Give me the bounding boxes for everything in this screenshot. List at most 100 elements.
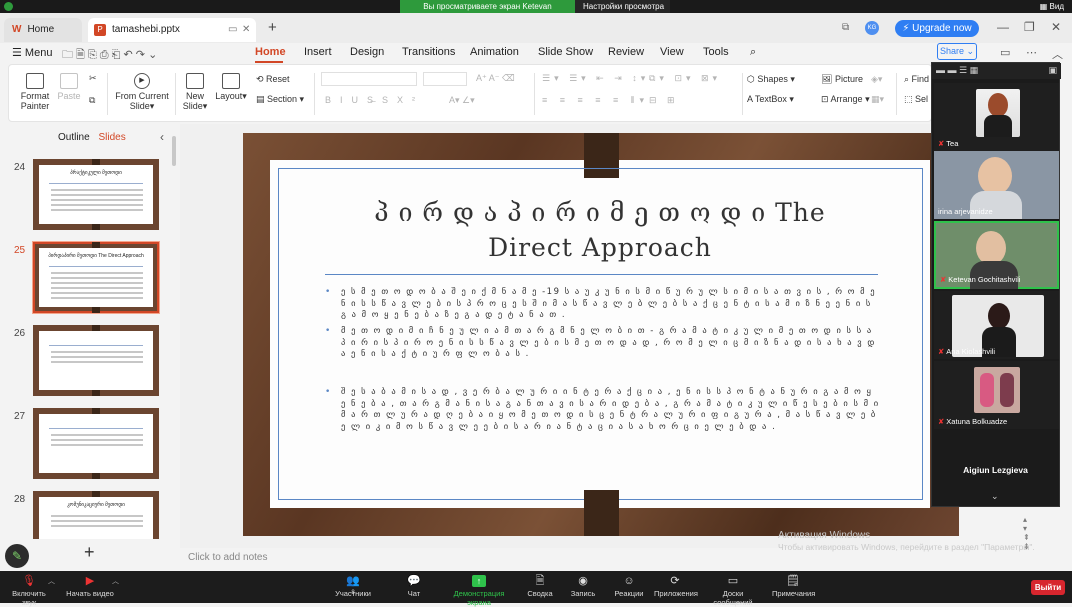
tab-design[interactable]: Design — [350, 46, 384, 58]
whiteboards-button[interactable]: ▭ Доски сообщений — [704, 575, 762, 607]
search-icon[interactable]: ⌕ — [750, 46, 756, 59]
from-current-slide-button[interactable]: ▶ From Current Slide▾ — [113, 73, 171, 112]
slide-number: 28 — [14, 494, 26, 505]
paste-button[interactable]: Paste — [55, 73, 83, 101]
view-options-button[interactable]: Настройки просмотра ⌄ — [575, 0, 670, 24]
notes-field[interactable]: Click to add notes — [188, 552, 268, 563]
participants-button[interactable]: 👥8 Участники — [334, 575, 372, 598]
summary-button[interactable]: 🗎 Сводка — [526, 575, 554, 598]
leave-button[interactable]: Выйти — [1031, 580, 1065, 595]
start-video-button[interactable]: ▶ Начать видео — [66, 575, 114, 598]
tab-tools[interactable]: Tools — [703, 46, 729, 58]
text-box-options[interactable]: ⊟ ⊞ — [649, 95, 679, 106]
upgrade-button[interactable]: ⚡ Upgrade now — [895, 20, 979, 37]
view-button[interactable]: ▦ Вид — [1040, 0, 1064, 13]
muted-mic-icon: ✘ — [940, 275, 947, 284]
tab-home[interactable]: W Home — [4, 18, 82, 42]
tab-slide-show[interactable]: Slide Show — [538, 46, 593, 58]
tab-home-ribbon[interactable]: Home — [255, 46, 286, 58]
textbox-button[interactable]: A TextBox ▾ — [747, 94, 794, 105]
minimize-icon[interactable]: — — [997, 20, 1009, 34]
video-options-chevron-icon[interactable]: ︿ — [112, 576, 119, 586]
participant-tile-active-speaker[interactable]: ✘ Ketevan Gochitashvili — [934, 221, 1059, 289]
slide-bullet[interactable]: ე ს მ ე თ ო დ ო ბ ა შ ე ი ქ მ ნ ა მ ე -1… — [325, 287, 880, 322]
panel-scrollbar[interactable] — [172, 136, 176, 166]
participant-tile[interactable]: ✘ Tea — [934, 83, 1059, 151]
participant-tile[interactable]: irina arjevanidze — [934, 151, 1059, 219]
new-tab-icon[interactable]: + — [268, 19, 277, 36]
quick-access-toolbar[interactable]: 🗀 🗎 ⎘ ⎙ ⎗ ↶ ↷ ⌄ — [62, 46, 157, 65]
reset-button[interactable]: ⟲ Reset — [256, 74, 290, 85]
font-family-select[interactable] — [321, 72, 417, 86]
window-icon[interactable]: ▭ — [228, 18, 237, 42]
restore-icon[interactable]: ❐ — [1024, 20, 1035, 34]
menu-button[interactable]: ☰ Menu — [12, 46, 52, 59]
copy-icon[interactable]: ⧉ — [89, 95, 95, 106]
tab-document[interactable]: P tamashebi.pptx ▭ ✕ — [88, 18, 256, 42]
collapse-ribbon-icon[interactable]: ︿ — [1052, 46, 1063, 62]
slide-thumbnail-28[interactable]: კომუნიკაციური მეთოდი — [33, 491, 159, 539]
participant-tile[interactable]: ✘ Ana Kiolashvili — [934, 291, 1059, 359]
fill-button[interactable]: ◈▾ — [871, 74, 882, 85]
format-painter-button[interactable]: Format Painter — [19, 73, 51, 111]
slide-thumbnail-25[interactable]: პირდაპირი მეთოდი The Direct Approach — [33, 242, 159, 313]
audio-options-chevron-icon[interactable]: ︿ — [48, 576, 55, 586]
tab-view[interactable]: View — [660, 46, 684, 58]
tab-review[interactable]: Review — [608, 46, 644, 58]
muted-mic-icon: ✘ — [938, 347, 945, 356]
section-button[interactable]: ▤ Section ▾ — [256, 94, 304, 105]
collapse-panel-icon[interactable]: ‹ — [160, 130, 164, 144]
avatar[interactable]: KG — [865, 21, 879, 35]
arrange-button[interactable]: ⊡ Arrange ▾ — [821, 94, 870, 105]
apps-button[interactable]: ⟳ Приложения — [654, 575, 698, 598]
shapes-button[interactable]: ⬡ Shapes ▾ — [747, 74, 795, 85]
participant-name-only[interactable]: Aigiun Lezgieva — [932, 448, 1059, 492]
more-icon[interactable]: ⋯ — [1026, 46, 1037, 59]
layout-icon[interactable]: ⧉ — [842, 22, 849, 33]
layout-button[interactable]: Layout▾ — [213, 73, 249, 102]
record-button[interactable]: ◉ Запись — [568, 575, 598, 598]
tab-animation[interactable]: Animation — [470, 46, 519, 58]
chevron-down-icon[interactable]: ⌄ — [991, 491, 999, 502]
close-tab-icon[interactable]: ✕ — [242, 18, 250, 42]
picture-button[interactable]: 🖼 Picture — [821, 74, 863, 85]
slide-number: 25 — [14, 245, 26, 256]
reactions-button[interactable]: ☺ Реакции — [614, 575, 644, 598]
slide-bullet[interactable]: შ ე ს ა ბ ა მ ი ს ა დ , ვ ე რ ბ ა ლ უ რ … — [325, 387, 880, 433]
comment-icon[interactable]: ▭ — [1000, 46, 1010, 59]
font-size-select[interactable] — [423, 72, 467, 86]
share-button[interactable]: Share ⌄ — [937, 43, 977, 60]
slide-thumbnail-24[interactable]: პრაქტიკული მეთოდი — [33, 159, 159, 230]
close-window-icon[interactable]: ✕ — [1051, 20, 1061, 34]
font-color-button[interactable]: A▾ ∠▾ — [449, 95, 475, 106]
list-buttons[interactable]: ☰▾ ☰▾ ⇤ ⇥ ↕▾ — [542, 73, 649, 84]
select-button[interactable]: ⬚ Sel — [904, 94, 928, 105]
align-buttons[interactable]: ≡ ≡ ≡ ≡ ≡ ⫴▾ — [542, 95, 649, 106]
tab-slides[interactable]: Slides — [98, 132, 125, 143]
chat-button[interactable]: 💬 Чат — [402, 575, 426, 598]
tab-insert[interactable]: Insert — [304, 46, 332, 58]
tab-outline[interactable]: Outline — [58, 132, 90, 143]
add-slide-icon[interactable]: + — [84, 542, 95, 563]
find-button[interactable]: ⌕ Find — [904, 74, 929, 85]
slide-title[interactable]: პ ი რ დ ა პ ი რ ი მ ე თ ო დ ი The Direct… — [300, 195, 900, 265]
slide-scroll-controls[interactable]: ▴ ▾ ⇞ ⇟ — [1023, 515, 1031, 551]
font-style-buttons[interactable]: BIUS̶SX² — [325, 95, 424, 105]
tab-transitions[interactable]: Transitions — [402, 46, 455, 58]
unmute-button[interactable]: 🎙 Включить звук — [6, 575, 52, 607]
notes-button[interactable]: 🗒 Примечания — [772, 575, 815, 598]
new-slide-button[interactable]: New Slide▾ — [181, 73, 209, 112]
share-screen-button[interactable]: ↑ Демонстрация экрана — [442, 575, 516, 607]
cut-icon[interactable]: ✂ — [89, 73, 97, 84]
annotate-pen-icon[interactable]: ✎ — [5, 544, 29, 568]
outline-button[interactable]: ▦▾ — [871, 94, 884, 105]
slide-bullet[interactable]: მ ე თ ო დ ი მ ი ჩ ნ ე უ ლ ი ა მ თ ა რ გ … — [325, 326, 880, 361]
view-mode-icons[interactable]: ▬ ▬ ☰ ▦ — [936, 65, 978, 76]
text-direction-buttons[interactable]: ⧉▾ ⊡▾ ⊠▾ — [649, 73, 721, 84]
slide-thumbnail-27[interactable] — [33, 408, 159, 479]
participant-tile[interactable]: ✘ Xatuna Bolkuadze — [934, 361, 1059, 429]
wps-logo-icon: W — [12, 24, 22, 35]
font-size-controls[interactable]: A⁺ A⁻ ⌫ — [476, 73, 515, 84]
panel-options-icon[interactable]: ▣ — [1048, 65, 1057, 76]
slide-thumbnail-26[interactable] — [33, 325, 159, 396]
